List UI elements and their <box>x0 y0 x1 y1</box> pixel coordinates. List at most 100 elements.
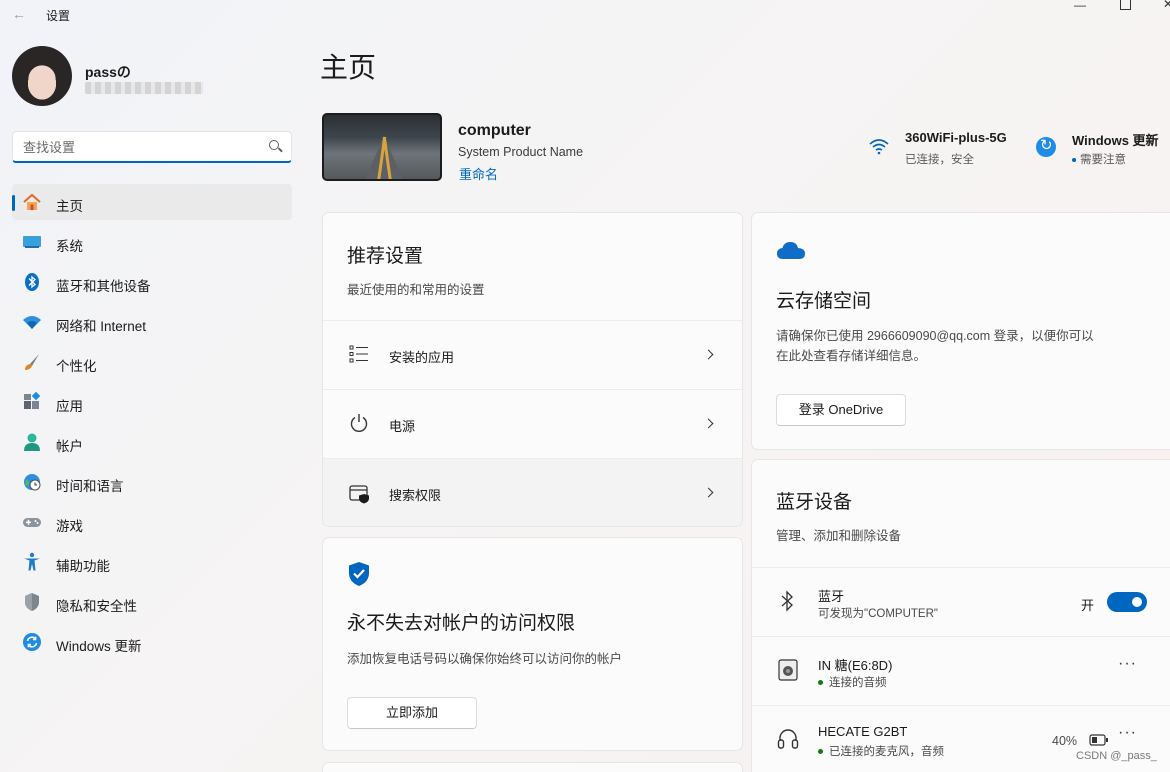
rename-link[interactable]: 重命名 <box>459 164 498 183</box>
sidebar-item-label: 应用 <box>56 399 83 414</box>
bt-device-name: HECATE G2BT <box>818 724 908 739</box>
windows-update-status-icon[interactable] <box>1036 136 1056 157</box>
cloud-text-line1: 请确保你已使用 2966609090@qq.com 登录，以便你可以 <box>776 329 1094 343</box>
sidebar-item-time-language[interactable]: 时间和语言 <box>12 464 292 500</box>
more-options-icon[interactable]: ··· <box>1118 724 1137 742</box>
bt-device-name: IN 糖(E6:8D) <box>818 658 893 673</box>
bluetooth-toggle[interactable] <box>1107 592 1147 612</box>
recommended-row-search-permissions[interactable]: 搜索权限 <box>323 459 742 526</box>
bluetooth-subtitle: 管理、添加和删除设备 <box>776 529 902 543</box>
row-label: 电源 <box>389 419 416 434</box>
bluetooth-toggle-row: 蓝牙 可发现为"COMPUTER" 开 <box>752 568 1170 636</box>
sidebar-item-label: 辅助功能 <box>56 559 110 574</box>
bluetooth-devices-card: 蓝牙设备 管理、添加和删除设备 蓝牙 可发现为"COMPUTER" 开 IN 糖… <box>751 459 1170 772</box>
sidebar-item-label: 主页 <box>56 199 83 214</box>
close-icon[interactable]: ✕ <box>1163 0 1170 11</box>
sidebar-item-label: 系统 <box>56 239 83 254</box>
bluetooth-icon <box>781 590 793 612</box>
bt-device-row[interactable]: HECATE G2BT 已连接的麦克风，音频 40% ··· <box>752 706 1170 772</box>
account-icon <box>24 433 40 451</box>
account-protection-card: 永不失去对帐户的访问权限 添加恢复电话号码以确保你始终可以访问你的帐户 立即添加 <box>322 537 743 751</box>
globe-clock-icon <box>24 474 41 491</box>
bluetooth-toggle-state: 开 <box>1081 598 1095 613</box>
monitor-icon <box>23 236 41 248</box>
bluetooth-title: 蓝牙设备 <box>776 492 853 513</box>
device-name: computer <box>458 122 531 139</box>
device-model: System Product Name <box>458 145 584 159</box>
search-icon[interactable] <box>269 140 279 150</box>
back-arrow-icon[interactable]: ← <box>12 6 26 22</box>
more-options-icon[interactable]: ··· <box>1118 655 1137 673</box>
wifi-network-name[interactable]: 360WiFi-plus-5G <box>905 130 1007 145</box>
bluetooth-label: 蓝牙 <box>818 589 845 604</box>
sidebar-item-accounts[interactable]: 帐户 <box>12 424 292 460</box>
sidebar-item-label: Windows 更新 <box>56 639 142 654</box>
chevron-right-icon <box>703 349 714 360</box>
sidebar-item-home[interactable]: 主页 <box>12 184 292 220</box>
watermark: CSDN @_pass_ <box>1076 750 1157 762</box>
accessibility-icon <box>24 552 40 571</box>
sidebar-item-label: 网络和 Internet <box>56 319 147 334</box>
title-bar: ← 设置 — ✕ <box>0 0 1170 30</box>
chevron-right-icon <box>703 418 714 429</box>
wifi-status-icon[interactable] <box>868 137 890 155</box>
sidebar-item-accessibility[interactable]: 辅助功能 <box>12 544 292 580</box>
sidebar-item-bluetooth[interactable]: 蓝牙和其他设备 <box>12 264 292 300</box>
bt-device-row[interactable]: IN 糖(E6:8D) 连接的音频 ··· <box>752 637 1170 705</box>
maximize-icon[interactable] <box>1120 0 1131 10</box>
home-icon <box>23 193 41 210</box>
sidebar-nav: 主页 系统 蓝牙和其他设备 网络和 Internet 个性化 应用 帐户 时间和… <box>12 184 292 664</box>
recommended-row-installed-apps[interactable]: 安装的应用 <box>323 321 742 389</box>
avatar[interactable] <box>12 46 72 106</box>
sidebar-item-windows-update[interactable]: Windows 更新 <box>12 624 292 660</box>
power-icon <box>350 414 368 432</box>
sidebar-item-label: 个性化 <box>56 359 97 374</box>
cloud-icon <box>777 242 805 259</box>
search-permission-icon <box>349 485 369 504</box>
device-wallpaper-thumbnail <box>322 113 442 181</box>
windows-update-status: 需要注意 <box>1072 151 1126 167</box>
sidebar-item-gaming[interactable]: 游戏 <box>12 504 292 540</box>
bt-device-status: 已连接的麦克风，音频 <box>818 743 944 759</box>
sidebar-item-privacy[interactable]: 隐私和安全性 <box>12 584 292 620</box>
sidebar-item-network[interactable]: 网络和 Internet <box>12 304 292 340</box>
bluetooth-icon <box>25 273 39 291</box>
gamepad-icon <box>23 518 41 527</box>
battery-percentage: 40% <box>1052 734 1078 748</box>
cloud-title: 云存储空间 <box>776 291 872 312</box>
attention-dot-icon <box>1072 157 1076 162</box>
wifi-icon <box>23 316 41 329</box>
user-name: passの <box>85 64 131 80</box>
connected-dot-icon <box>818 749 823 755</box>
search-box[interactable] <box>12 131 292 163</box>
wifi-status-text: 已连接，安全 <box>905 154 974 166</box>
sidebar-item-apps[interactable]: 应用 <box>12 384 292 420</box>
sidebar-item-system[interactable]: 系统 <box>12 224 292 260</box>
bt-device-status: 连接的音频 <box>818 674 887 690</box>
windows-update-link[interactable]: Windows 更新 <box>1072 130 1159 149</box>
sidebar-item-label: 时间和语言 <box>56 479 124 494</box>
shield-check-icon <box>349 562 369 586</box>
cloud-text-line2: 在此处查看存储详细信息。 <box>776 349 927 363</box>
onedrive-signin-button[interactable]: 登录 OneDrive <box>776 394 906 426</box>
window-title: 设置 <box>46 9 71 23</box>
shield-icon <box>25 593 39 611</box>
account-card-subtitle: 添加恢复电话号码以确保你始终可以访问你的帐户 <box>347 652 623 666</box>
headphones-icon <box>777 729 799 749</box>
list-icon <box>349 345 368 363</box>
user-email-redacted <box>85 82 203 94</box>
brush-icon <box>25 354 39 370</box>
account-card-title: 永不失去对帐户的访问权限 <box>347 613 576 634</box>
page-title: 主页 <box>320 52 377 83</box>
sidebar-item-label: 游戏 <box>56 519 83 534</box>
recommended-row-power[interactable]: 电源 <box>323 390 742 458</box>
search-input[interactable] <box>23 138 263 156</box>
add-now-button[interactable]: 立即添加 <box>347 697 477 729</box>
next-card-edge <box>322 762 743 772</box>
bluetooth-discoverable-text: 可发现为"COMPUTER" <box>818 608 938 620</box>
sidebar-item-personalization[interactable]: 个性化 <box>12 344 292 380</box>
minimize-icon[interactable]: — <box>1074 0 1086 12</box>
battery-icon <box>1089 734 1108 746</box>
connected-dot-icon <box>818 680 823 686</box>
cloud-storage-card: 云存储空间 请确保你已使用 2966609090@qq.com 登录，以便你可以… <box>751 212 1170 450</box>
